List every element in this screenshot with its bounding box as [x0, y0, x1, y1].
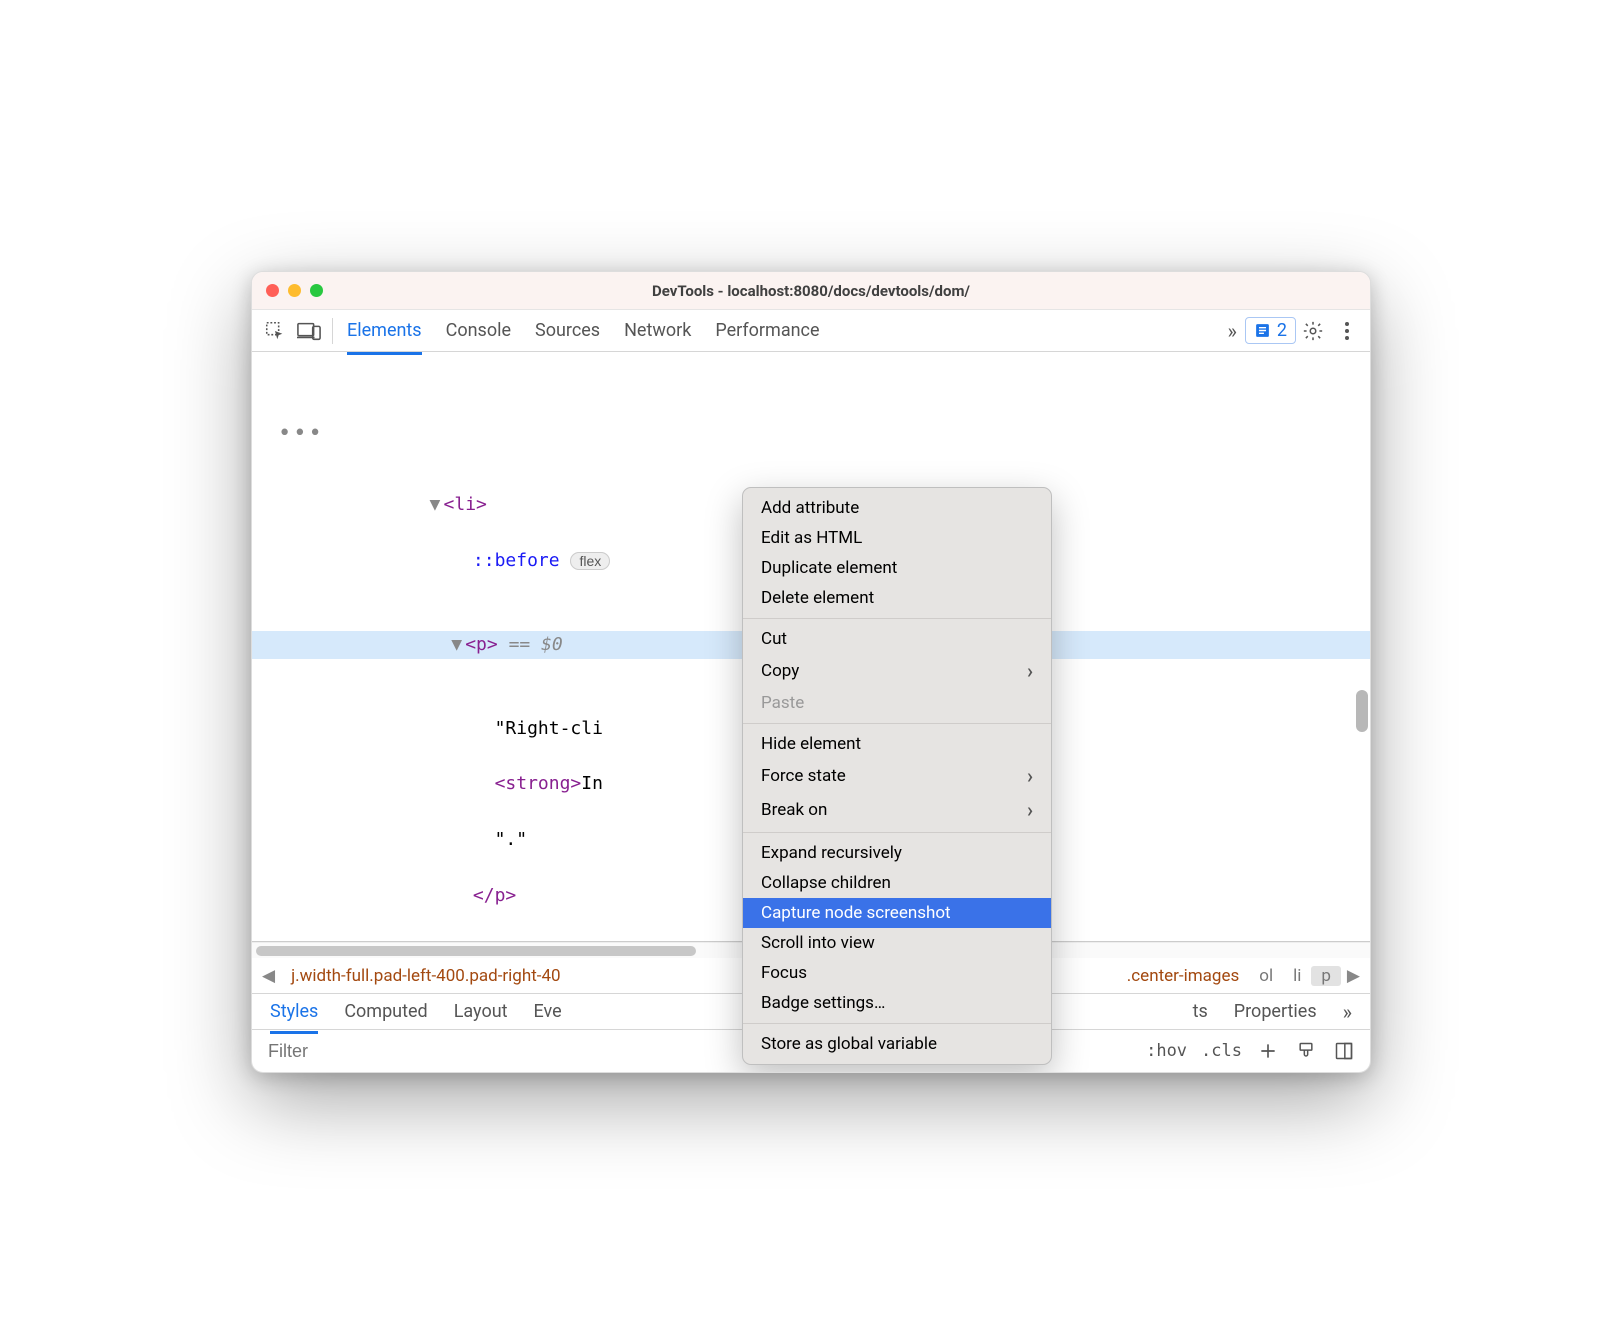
menu-separator: [743, 1023, 1051, 1024]
breadcrumb-item-current[interactable]: p: [1311, 966, 1341, 986]
menu-item-label: Delete element: [761, 588, 874, 608]
menu-item-label: Store as global variable: [761, 1034, 937, 1054]
subtab-properties[interactable]: Properties: [1234, 995, 1317, 1028]
breadcrumb-item[interactable]: j.width-full.pad-left-400.pad-right-40: [281, 966, 571, 986]
subtab-event-listeners[interactable]: Eve: [534, 995, 562, 1028]
breadcrumb-left-icon[interactable]: ◀: [256, 966, 281, 986]
menu-item-label: Expand recursively: [761, 843, 902, 863]
context-menu[interactable]: Add attribute Edit as HTML Duplicate eleme…: [742, 487, 1052, 1065]
menu-item-hide-element[interactable]: Hide element: [743, 729, 1051, 759]
menu-item-label: Badge settings…: [761, 993, 885, 1013]
submenu-chevron-icon: ›: [1027, 659, 1033, 683]
titlebar: DevTools - localhost:8080/docs/devtools/…: [252, 272, 1370, 310]
main-toolbar: Elements Console Sources Network Perform…: [252, 310, 1370, 352]
menu-item-label: Copy: [761, 661, 799, 681]
menu-item-store-as-global-variable[interactable]: Store as global variable: [743, 1029, 1051, 1059]
toolbar-divider: [332, 318, 333, 344]
computed-panel-icon[interactable]: [1332, 1041, 1356, 1061]
cls-toggle[interactable]: .cls: [1201, 1041, 1242, 1061]
issues-icon: [1254, 322, 1271, 339]
issues-badge[interactable]: 2: [1245, 317, 1296, 344]
menu-separator: [743, 723, 1051, 724]
menu-item-paste: Paste: [743, 688, 1051, 718]
vertical-scrollbar-thumb[interactable]: [1356, 690, 1368, 732]
menu-item-label: Capture node screenshot: [761, 903, 951, 923]
tab-sources[interactable]: Sources: [535, 312, 600, 349]
menu-separator: [743, 618, 1051, 619]
breadcrumb-item[interactable]: ol: [1249, 966, 1283, 986]
tab-performance[interactable]: Performance: [715, 312, 819, 349]
menu-item-collapse-children[interactable]: Collapse children: [743, 868, 1051, 898]
more-options-icon[interactable]: [1330, 321, 1364, 341]
inspect-element-icon[interactable]: [258, 314, 292, 348]
menu-item-duplicate-element[interactable]: Duplicate element: [743, 553, 1051, 583]
menu-item-label: Collapse children: [761, 873, 891, 893]
device-toolbar-icon[interactable]: [292, 314, 326, 348]
menu-item-label: Edit as HTML: [761, 528, 862, 548]
menu-item-delete-element[interactable]: Delete element: [743, 583, 1051, 613]
menu-item-copy[interactable]: Copy ›: [743, 654, 1051, 688]
menu-item-label: Paste: [761, 693, 804, 713]
flex-badge[interactable]: flex: [570, 552, 610, 570]
tab-console[interactable]: Console: [446, 312, 511, 349]
menu-item-label: Duplicate element: [761, 558, 897, 578]
menu-item-capture-node-screenshot[interactable]: Capture node screenshot: [743, 898, 1051, 928]
breadcrumb-right-icon[interactable]: ▶: [1341, 966, 1366, 986]
settings-icon[interactable]: [1296, 320, 1330, 342]
menu-item-cut[interactable]: Cut: [743, 624, 1051, 654]
tab-network[interactable]: Network: [624, 312, 691, 349]
paint-brush-icon[interactable]: [1294, 1041, 1318, 1061]
devtools-window: DevTools - localhost:8080/docs/devtools/…: [251, 271, 1371, 1073]
menu-separator: [743, 832, 1051, 833]
more-subtabs-icon[interactable]: »: [1343, 1000, 1352, 1024]
menu-item-label: Hide element: [761, 734, 861, 754]
horizontal-scrollbar-thumb[interactable]: [256, 946, 696, 956]
menu-item-break-on[interactable]: Break on ›: [743, 793, 1051, 827]
issues-count: 2: [1277, 320, 1287, 341]
menu-item-focus[interactable]: Focus: [743, 958, 1051, 988]
breadcrumb-item[interactable]: li: [1283, 966, 1311, 986]
menu-item-label: Break on: [761, 800, 827, 820]
menu-item-edit-as-html[interactable]: Edit as HTML: [743, 523, 1051, 553]
menu-item-label: Cut: [761, 629, 787, 649]
menu-item-label: Force state: [761, 766, 846, 786]
menu-item-add-attribute[interactable]: Add attribute: [743, 493, 1051, 523]
breadcrumb-item[interactable]: .center-images: [1117, 966, 1249, 986]
menu-item-badge-settings[interactable]: Badge settings…: [743, 988, 1051, 1018]
expand-indicator-icon[interactable]: •••: [278, 417, 324, 451]
menu-item-force-state[interactable]: Force state ›: [743, 759, 1051, 793]
menu-item-scroll-into-view[interactable]: Scroll into view: [743, 928, 1051, 958]
submenu-chevron-icon: ›: [1027, 798, 1033, 822]
menu-item-label: Add attribute: [761, 498, 859, 518]
panel-tabs: Elements Console Sources Network Perform…: [347, 312, 820, 349]
subtab-styles[interactable]: Styles: [270, 995, 318, 1028]
submenu-chevron-icon: ›: [1027, 764, 1033, 788]
more-tabs-icon[interactable]: »: [1228, 319, 1237, 343]
subtab-computed[interactable]: Computed: [344, 995, 427, 1028]
subtab-layout[interactable]: Layout: [454, 995, 508, 1028]
window-title: DevTools - localhost:8080/docs/devtools/…: [252, 282, 1370, 300]
menu-item-label: Focus: [761, 963, 807, 983]
subtab-breakpoints[interactable]: ts: [1193, 995, 1208, 1028]
new-style-rule-icon[interactable]: [1256, 1041, 1280, 1061]
menu-item-expand-recursively[interactable]: Expand recursively: [743, 838, 1051, 868]
tab-elements[interactable]: Elements: [347, 312, 422, 349]
hov-toggle[interactable]: :hov: [1146, 1041, 1187, 1061]
menu-item-label: Scroll into view: [761, 933, 875, 953]
